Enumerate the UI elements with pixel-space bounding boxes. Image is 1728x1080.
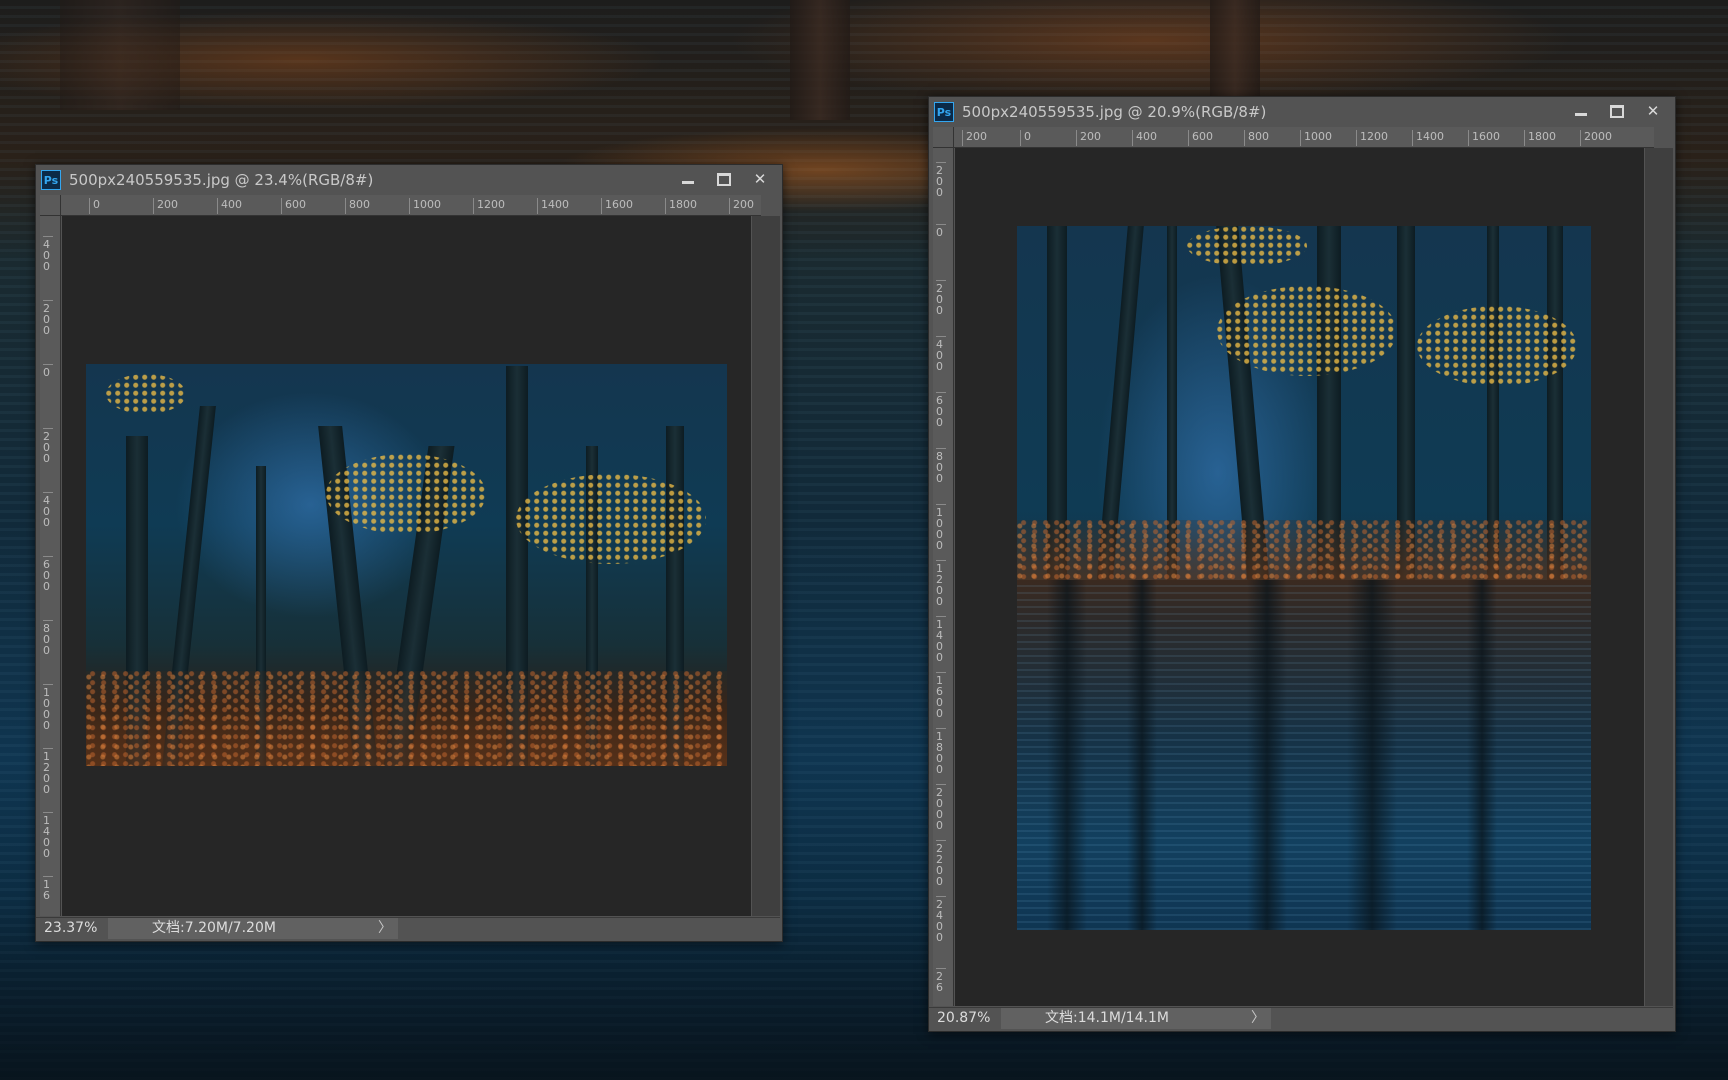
forest-reflection-photo xyxy=(1017,226,1591,930)
vertical-scrollbar[interactable] xyxy=(752,216,780,916)
document-title: 500px240559535.jpg @ 20.9%(RGB/8#) xyxy=(962,103,1267,121)
maximize-icon[interactable] xyxy=(706,167,742,191)
vertical-ruler[interactable]: 200 0 200 400 600 800 1000 1200 1400 160… xyxy=(933,148,954,1006)
zoom-level[interactable]: 20.87% xyxy=(937,1010,990,1026)
ruler-tick: 600 xyxy=(1188,130,1213,146)
ruler-tick: 200 xyxy=(729,198,754,214)
ruler-tick: 800 xyxy=(345,198,370,214)
doc-size-text: 文档:14.1M/14.1M xyxy=(1045,1010,1169,1026)
document-window-left[interactable]: Ps 500px240559535.jpg @ 23.4%(RGB/8#) ✕ … xyxy=(35,164,783,942)
ruler-tick: 400 xyxy=(1132,130,1157,146)
ruler-tick: 1400 xyxy=(537,198,569,214)
ruler-tick: 400 xyxy=(43,492,53,528)
zoom-level[interactable]: 23.37% xyxy=(44,920,97,936)
ruler-tick: 200 xyxy=(1076,130,1101,146)
minimize-icon[interactable] xyxy=(1563,99,1599,123)
ruler-tick: 0 xyxy=(1020,130,1031,146)
document-window-right[interactable]: Ps 500px240559535.jpg @ 20.9%(RGB/8#) ✕ … xyxy=(928,96,1676,1032)
ruler-tick: 1600 xyxy=(936,672,946,719)
ruler-tick: 0 xyxy=(89,198,100,214)
ruler-tick: 16 xyxy=(43,876,53,901)
ruler-origin[interactable] xyxy=(40,195,61,216)
ruler-tick: 200 xyxy=(962,130,987,146)
ruler-tick: 0 xyxy=(43,364,53,378)
title-bar[interactable]: Ps 500px240559535.jpg @ 20.9%(RGB/8#) ✕ xyxy=(929,97,1675,127)
close-icon[interactable]: ✕ xyxy=(1635,99,1671,123)
ruler-tick: 200 xyxy=(43,300,53,336)
ruler-tick: 400 xyxy=(217,198,242,214)
ruler-tick: 26 xyxy=(936,968,946,993)
ruler-tick: 800 xyxy=(1244,130,1269,146)
forest-photo xyxy=(86,364,727,766)
status-menu-arrow-icon[interactable]: 〉 xyxy=(1251,1008,1265,1029)
ruler-tick: 1000 xyxy=(43,684,53,731)
ruler-tick: 1200 xyxy=(1356,130,1388,146)
title-bar[interactable]: Ps 500px240559535.jpg @ 23.4%(RGB/8#) ✕ xyxy=(36,165,782,195)
status-bar: 20.87% 文档:14.1M/14.1M 〉 xyxy=(929,1007,1673,1030)
horizontal-ruler[interactable]: 0 200 400 600 800 1000 1200 1400 1600 18… xyxy=(61,195,761,216)
close-icon[interactable]: ✕ xyxy=(742,167,778,191)
ruler-tick: 400 xyxy=(936,336,946,372)
water-reflection xyxy=(1017,580,1591,930)
document-canvas[interactable] xyxy=(62,216,751,916)
ruler-tick: 600 xyxy=(281,198,306,214)
ruler-tick: 200 xyxy=(936,162,946,198)
status-menu-arrow-icon[interactable]: 〉 xyxy=(378,918,392,939)
ruler-tick: 200 xyxy=(153,198,178,214)
document-size-info[interactable]: 文档:14.1M/14.1M 〉 xyxy=(1001,1008,1271,1029)
ruler-tick: 1400 xyxy=(1412,130,1444,146)
ruler-tick: 1400 xyxy=(936,616,946,663)
ruler-tick: 800 xyxy=(43,620,53,656)
ruler-tick: 1600 xyxy=(1468,130,1500,146)
minimize-icon[interactable] xyxy=(670,167,706,191)
ruler-tick: 1800 xyxy=(936,728,946,775)
ruler-tick: 400 xyxy=(43,236,53,272)
document-canvas[interactable] xyxy=(955,148,1644,1006)
horizontal-ruler[interactable]: 200 0 200 400 600 800 1000 1200 1400 160… xyxy=(954,127,1654,148)
ruler-origin[interactable] xyxy=(933,127,954,148)
maximize-icon[interactable] xyxy=(1599,99,1635,123)
status-bar: 23.37% 文档:7.20M/7.20M 〉 xyxy=(36,917,780,940)
ruler-tick: 1400 xyxy=(43,812,53,859)
ruler-tick: 600 xyxy=(936,392,946,428)
ruler-tick: 2000 xyxy=(936,784,946,831)
ruler-tick: 1800 xyxy=(665,198,697,214)
document-title: 500px240559535.jpg @ 23.4%(RGB/8#) xyxy=(69,171,374,189)
ruler-tick: 1600 xyxy=(601,198,633,214)
photoshop-app-icon: Ps xyxy=(41,170,61,190)
ruler-tick: 2000 xyxy=(1580,130,1612,146)
ruler-tick: 0 xyxy=(936,224,946,238)
ruler-tick: 1200 xyxy=(43,748,53,795)
ruler-tick: 600 xyxy=(43,556,53,592)
photoshop-app-icon: Ps xyxy=(934,102,954,122)
doc-size-text: 文档:7.20M/7.20M xyxy=(152,920,276,936)
ruler-tick: 1000 xyxy=(409,198,441,214)
ruler-tick: 2400 xyxy=(936,896,946,943)
vertical-ruler[interactable]: 400 200 0 200 400 600 800 1000 1200 1400… xyxy=(40,216,61,916)
ruler-tick: 1000 xyxy=(936,504,946,551)
ruler-tick: 1200 xyxy=(473,198,505,214)
vertical-scrollbar[interactable] xyxy=(1645,148,1673,1006)
ruler-tick: 1000 xyxy=(1300,130,1332,146)
ruler-tick: 200 xyxy=(936,280,946,316)
ruler-tick: 200 xyxy=(43,428,53,464)
document-size-info[interactable]: 文档:7.20M/7.20M 〉 xyxy=(108,918,398,939)
ruler-tick: 1800 xyxy=(1524,130,1556,146)
ruler-tick: 2200 xyxy=(936,840,946,887)
ruler-tick: 1200 xyxy=(936,560,946,607)
ruler-tick: 800 xyxy=(936,448,946,484)
